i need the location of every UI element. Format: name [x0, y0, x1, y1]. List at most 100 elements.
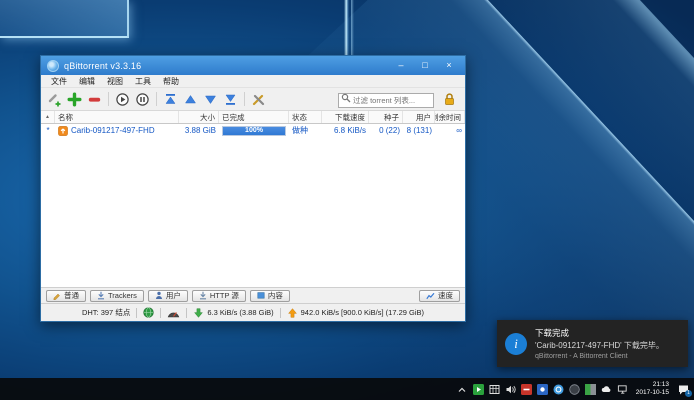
move-bottom-button[interactable]: [222, 91, 239, 108]
toast-title: 下载完成: [535, 328, 570, 338]
tray-dark-app-icon[interactable]: [569, 383, 580, 395]
qbittorrent-tray-icon[interactable]: [553, 384, 564, 395]
tab-peers[interactable]: 用户: [147, 289, 188, 302]
toast-notification[interactable]: i 下载完成 'Carib-091217-497-FHD' 下载完毕。 qBit…: [497, 320, 688, 367]
network-icon[interactable]: [617, 384, 628, 395]
priority-cell: *: [46, 126, 50, 135]
play-icon: [116, 92, 129, 106]
speed-graph-icon: [426, 292, 435, 299]
search-box: [338, 90, 434, 108]
globe-icon: [143, 307, 154, 318]
tab-general[interactable]: 普通: [46, 289, 86, 302]
status-bar: DHT: 397 结点 6.3 KiB/s (3.88 GiB) 942.0 K…: [41, 303, 465, 321]
tray-red-app-icon[interactable]: [520, 383, 532, 395]
menu-edit[interactable]: 编辑: [73, 76, 101, 87]
lock-button[interactable]: [443, 92, 456, 106]
column-peers[interactable]: 用户: [403, 111, 435, 123]
alt-speed-button[interactable]: [167, 308, 180, 318]
column-done[interactable]: 已完成: [219, 111, 289, 123]
close-button[interactable]: ×: [437, 57, 461, 74]
toolbar-separator: [156, 92, 157, 106]
maximize-button[interactable]: □: [413, 57, 437, 74]
tab-http-sources[interactable]: HTTP 源: [191, 289, 246, 302]
menu-view[interactable]: 视图: [101, 76, 129, 87]
tab-speed[interactable]: 速度: [419, 289, 460, 302]
onedrive-cloud-icon[interactable]: [601, 384, 612, 395]
pause-button[interactable]: [134, 91, 151, 108]
tray-expand-button[interactable]: [457, 384, 468, 395]
torrent-row[interactable]: * Carib-091217-497-FHD 3.88 GiB 100% 做种: [41, 124, 465, 137]
menu-tools[interactable]: 工具: [129, 76, 157, 87]
lock-icon: [445, 93, 454, 105]
search-icon: [341, 93, 351, 103]
size-cell: 3.88 GiB: [184, 126, 216, 135]
options-button[interactable]: [250, 91, 267, 108]
column-size[interactable]: 大小: [179, 111, 219, 123]
delete-torrent-button[interactable]: [86, 91, 103, 108]
eta-cell: ∞: [456, 126, 462, 135]
column-eta[interactable]: 剩余时间: [435, 111, 465, 123]
move-up-button[interactable]: [182, 91, 199, 108]
speedometer-icon: [168, 311, 180, 317]
tab-trackers[interactable]: Trackers: [90, 289, 144, 302]
resume-button[interactable]: [114, 91, 131, 108]
qbittorrent-window: qBittorrent v3.3.16 – □ × 文件 编辑 视图 工具 帮助: [40, 55, 466, 322]
menu-bar: 文件 编辑 视图 工具 帮助: [41, 75, 465, 88]
column-name[interactable]: 名称: [55, 111, 179, 123]
connection-status-button[interactable]: [143, 307, 154, 318]
column-dl-speed[interactable]: 下载速度: [322, 111, 369, 123]
empty-list-area: [41, 137, 465, 287]
menu-file[interactable]: 文件: [45, 76, 73, 87]
column-seeds[interactable]: 种子: [369, 111, 403, 123]
global-upload: 942.0 KiB/s [900.0 KiB/s] (17.29 GiB): [287, 307, 424, 319]
tray-ime-grid-icon[interactable]: [489, 384, 500, 395]
wallpaper-light-line: [351, 0, 354, 56]
pause-icon: [136, 92, 149, 106]
table-header: ▲ 名称 大小 已完成 状态 下载速度 种子 用户 剩余时间: [41, 111, 465, 124]
toast-message: 'Carib-091217-497-FHD' 下载完毕。: [535, 341, 664, 350]
download-arrow-icon: [98, 291, 104, 300]
progress-label: 100%: [245, 127, 263, 134]
window-titlebar[interactable]: qBittorrent v3.3.16 – □ ×: [41, 56, 465, 75]
move-down-button[interactable]: [202, 91, 219, 108]
volume-icon[interactable]: [505, 384, 516, 395]
search-input[interactable]: [338, 93, 434, 108]
content-icon: [257, 292, 265, 299]
name-cell: Carib-091217-497-FHD: [55, 124, 179, 137]
action-center-button[interactable]: 1: [677, 383, 692, 397]
minimize-button[interactable]: –: [389, 57, 413, 74]
torrent-name: Carib-091217-497-FHD: [71, 126, 155, 135]
seeding-status-icon: [58, 125, 68, 136]
add-torrent-link-button[interactable]: [46, 91, 63, 108]
add-torrent-file-button[interactable]: [66, 91, 83, 108]
tray-green-app-icon[interactable]: [472, 383, 484, 395]
window-title: qBittorrent v3.3.16: [64, 60, 142, 71]
notification-badge: 1: [685, 389, 692, 397]
dht-nodes: DHT: 397 结点: [81, 308, 131, 317]
plus-icon: [67, 92, 82, 106]
wallpaper-panel: [0, 0, 129, 38]
toolbar-separator: [108, 92, 109, 106]
peers-icon: [155, 291, 162, 299]
column-priority[interactable]: ▲: [41, 111, 55, 123]
info-icon: i: [505, 332, 527, 355]
download-speed-icon: [194, 307, 204, 318]
tray-dual-color-app-icon[interactable]: [584, 383, 596, 395]
tools-icon: [252, 94, 265, 105]
move-top-button[interactable]: [162, 91, 179, 108]
seeds-cell: 0 (22): [379, 126, 400, 135]
pencil-icon: [53, 293, 60, 300]
chevron-up-icon: [458, 387, 466, 392]
taskbar-clock[interactable]: 21:13 2017-10-15: [633, 381, 672, 397]
add-link-icon: [48, 93, 61, 106]
upload-speed-icon: [287, 307, 297, 318]
column-status[interactable]: 状态: [289, 111, 322, 123]
clock-time: 21:13: [652, 381, 669, 388]
sort-indicator-icon: ▲: [45, 114, 50, 120]
menu-help[interactable]: 帮助: [157, 76, 185, 87]
qbittorrent-logo-icon: [47, 59, 59, 72]
tab-content[interactable]: 内容: [249, 289, 290, 302]
system-tray: 21:13 2017-10-15 1: [457, 378, 694, 400]
tray-blue-app-icon[interactable]: [536, 383, 548, 395]
global-download: 6.3 KiB/s (3.88 GiB): [193, 307, 274, 319]
